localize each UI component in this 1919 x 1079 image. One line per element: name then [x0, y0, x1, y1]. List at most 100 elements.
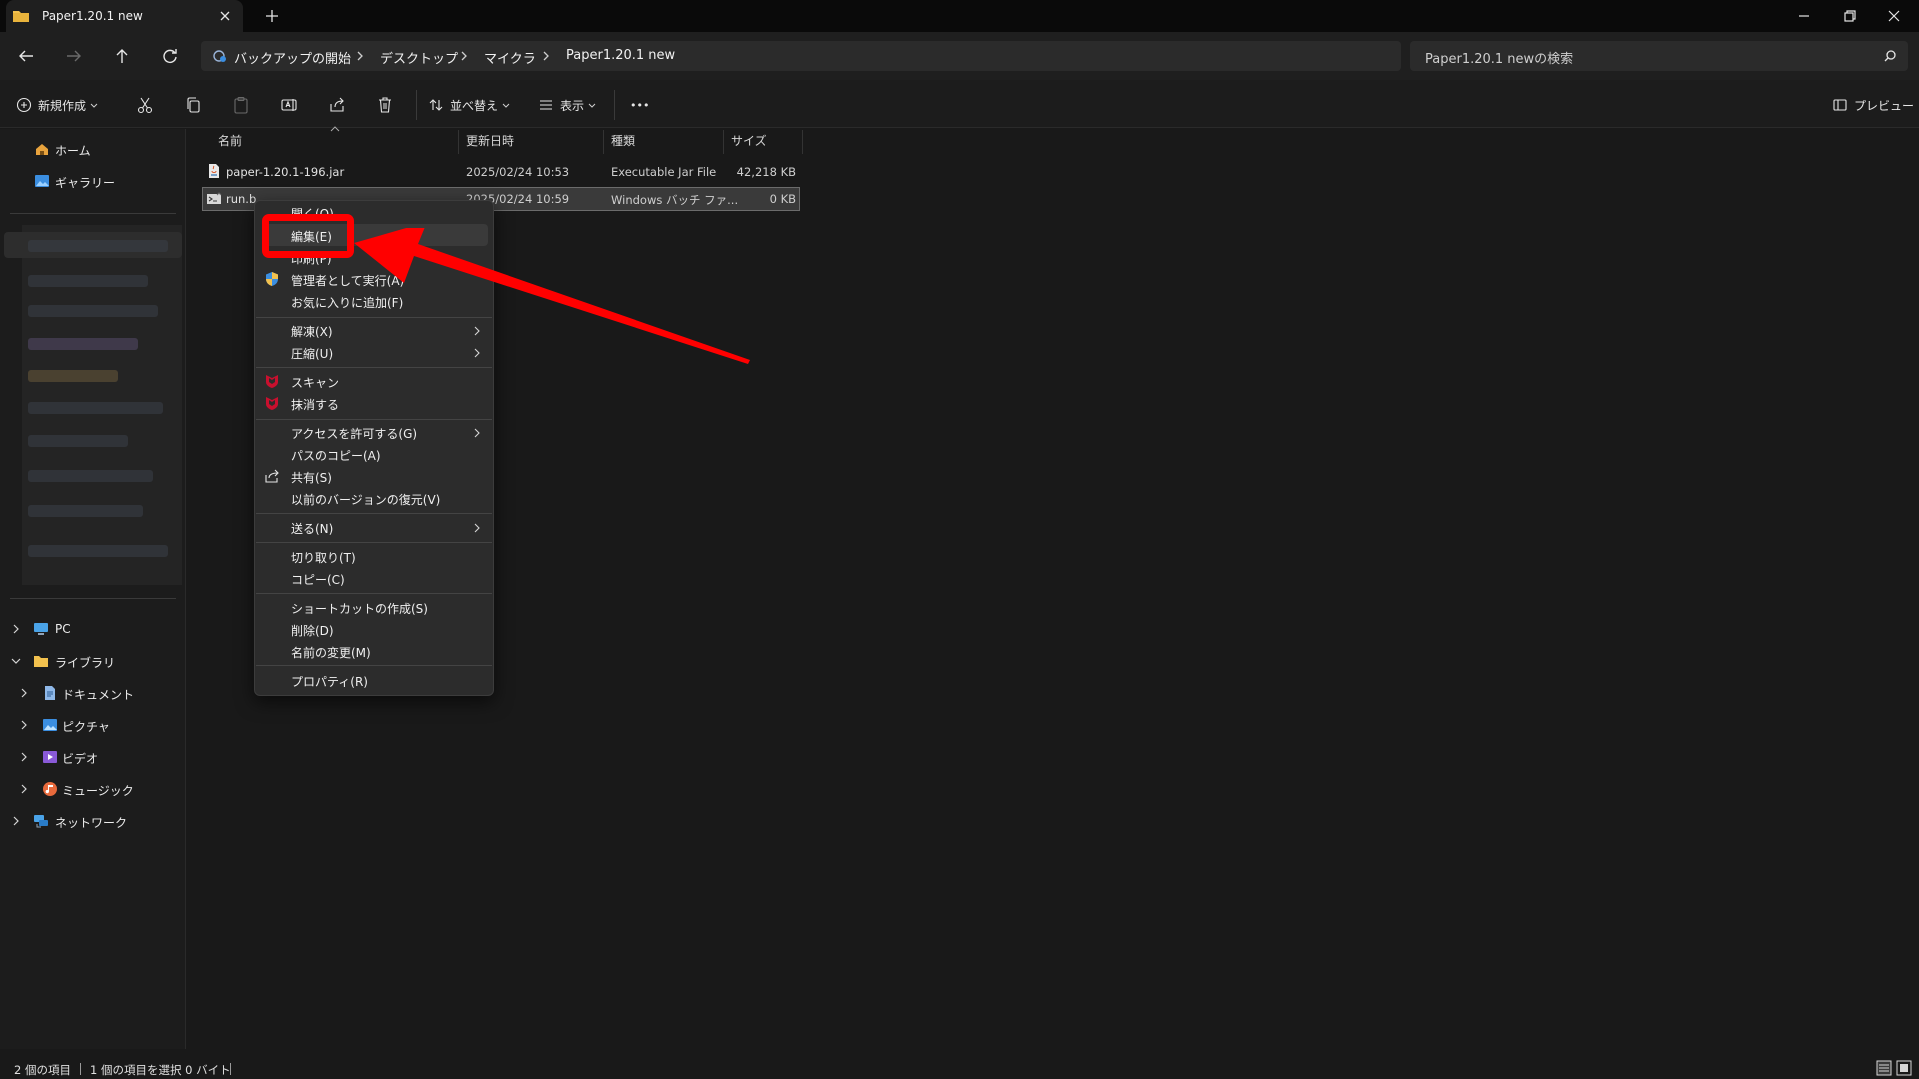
- file-name[interactable]: paper-1.20.1-196.jar: [226, 165, 344, 179]
- breadcrumb-item[interactable]: Paper1.20.1 new: [566, 48, 675, 63]
- sort-button-label: 並べ替え: [450, 98, 499, 113]
- mcafee-shield-icon: [264, 395, 280, 411]
- close-tab-icon[interactable]: [216, 7, 234, 25]
- menu-item-shred[interactable]: 抹消する: [291, 396, 339, 413]
- cut-icon[interactable]: [135, 95, 155, 115]
- column-divider[interactable]: [603, 130, 604, 154]
- home-icon[interactable]: [34, 141, 50, 157]
- search-icon[interactable]: [1882, 48, 1898, 64]
- status-item-count: 2 個の項目: [14, 1063, 71, 1077]
- sidebar-divider: [10, 598, 176, 599]
- blurred-item: [28, 240, 168, 252]
- column-divider[interactable]: [723, 130, 724, 154]
- refresh-icon[interactable]: [158, 44, 182, 68]
- new-tab-button[interactable]: [262, 6, 282, 26]
- column-divider[interactable]: [802, 130, 803, 154]
- copy-icon[interactable]: [183, 95, 203, 115]
- view-button[interactable]: 表示: [538, 94, 596, 116]
- more-options-button[interactable]: •••: [630, 94, 649, 116]
- preview-button[interactable]: プレビュー: [1832, 94, 1914, 116]
- chevron-down-icon[interactable]: [11, 656, 21, 666]
- preview-pane-icon: [1832, 97, 1848, 113]
- sort-button[interactable]: 並べ替え: [428, 94, 510, 116]
- chevron-right-icon[interactable]: [19, 784, 29, 794]
- sidebar-item-home[interactable]: ホーム: [55, 142, 91, 159]
- blurred-item: [28, 545, 168, 557]
- search-placeholder[interactable]: Paper1.20.1 newの検索: [1425, 48, 1573, 67]
- share-icon: [264, 468, 280, 484]
- column-header-name[interactable]: 名前: [218, 132, 242, 149]
- sidebar-item-videos[interactable]: ビデオ: [62, 750, 98, 767]
- music-icon: [42, 781, 58, 797]
- blurred-item: [28, 370, 118, 382]
- menu-item-scan[interactable]: スキャン: [291, 374, 339, 391]
- breadcrumb-item[interactable]: バックアップの開始: [234, 48, 351, 67]
- menu-item-create-shortcut[interactable]: ショートカットの作成(S): [291, 600, 428, 617]
- column-header-type[interactable]: 種類: [611, 132, 635, 149]
- sidebar-item-music[interactable]: ミュージック: [62, 782, 134, 799]
- breadcrumb-item[interactable]: デスクトップ: [380, 48, 458, 67]
- paste-icon[interactable]: [231, 95, 251, 115]
- menu-item-copy[interactable]: コピー(C): [291, 571, 345, 588]
- sidebar-item-documents[interactable]: ドキュメント: [62, 686, 134, 703]
- blurred-item: [28, 305, 158, 317]
- chevron-right-icon[interactable]: [19, 752, 29, 762]
- restore-icon[interactable]: [1837, 4, 1861, 28]
- chevron-right-icon[interactable]: [11, 624, 21, 634]
- menu-item-restore-versions[interactable]: 以前のバージョンの復元(V): [291, 491, 440, 508]
- menu-item-cut[interactable]: 切り取り(T): [291, 549, 356, 566]
- column-header-modified[interactable]: 更新日時: [466, 132, 514, 149]
- library-folder-icon: [33, 653, 49, 669]
- chevron-right-icon[interactable]: [11, 816, 21, 826]
- breadcrumb-item[interactable]: マイクラ: [484, 48, 536, 67]
- gallery-icon[interactable]: [34, 173, 50, 189]
- tiles-view-icon[interactable]: [1896, 1060, 1912, 1076]
- menu-item-properties[interactable]: プロパティ(R): [291, 673, 368, 690]
- chevron-right-icon: [354, 50, 366, 62]
- sidebar-item-library[interactable]: ライブラリ: [55, 654, 115, 671]
- toolbar-divider: [614, 90, 615, 120]
- new-button[interactable]: 新規作成: [16, 94, 98, 116]
- rename-icon[interactable]: [279, 95, 299, 115]
- menu-item-delete[interactable]: 削除(D): [291, 622, 334, 639]
- chevron-right-icon[interactable]: [19, 720, 29, 730]
- chevron-down-icon: [588, 101, 596, 109]
- new-button-label: 新規作成: [38, 98, 87, 113]
- sidebar-item-pictures[interactable]: ピクチャ: [62, 718, 110, 735]
- sidebar-item-gallery[interactable]: ギャラリー: [55, 174, 115, 191]
- share-icon[interactable]: [327, 95, 347, 115]
- sidebar-item-pc[interactable]: PC: [55, 622, 71, 636]
- mcafee-shield-icon: [264, 373, 280, 389]
- column-header-size[interactable]: サイズ: [731, 132, 767, 149]
- details-view-icon[interactable]: [1876, 1060, 1892, 1076]
- status-divider: [230, 1063, 231, 1075]
- menu-divider: [256, 419, 492, 420]
- menu-item-extract[interactable]: 解凍(X): [291, 323, 333, 340]
- file-name[interactable]: run.b: [226, 192, 256, 206]
- sidebar-item-network[interactable]: ネットワーク: [55, 814, 127, 831]
- column-divider[interactable]: [458, 130, 459, 154]
- menu-item-send-to[interactable]: 送る(N): [291, 520, 333, 537]
- title-bar: [0, 0, 1919, 32]
- file-type: Windows バッチ ファ...: [611, 193, 739, 207]
- menu-item-compress[interactable]: 圧縮(U): [291, 345, 333, 362]
- folder-icon: [12, 8, 30, 24]
- menu-item-copy-path[interactable]: パスのコピー(A): [291, 447, 381, 464]
- forward-arrow-icon[interactable]: [62, 44, 86, 68]
- menu-divider: [256, 513, 492, 514]
- pictures-icon: [42, 717, 58, 733]
- chevron-right-icon[interactable]: [19, 688, 29, 698]
- file-type: Executable Jar File: [611, 165, 717, 179]
- back-arrow-icon[interactable]: [14, 44, 38, 68]
- jar-file-icon: [206, 163, 222, 179]
- preview-button-label: プレビュー: [1854, 98, 1915, 113]
- blurred-item: [28, 505, 143, 517]
- delete-icon[interactable]: [375, 95, 395, 115]
- menu-item-rename[interactable]: 名前の変更(M): [291, 644, 371, 661]
- up-arrow-icon[interactable]: [110, 44, 134, 68]
- menu-item-share[interactable]: 共有(S): [291, 469, 332, 486]
- menu-item-give-access[interactable]: アクセスを許可する(G): [291, 425, 417, 442]
- close-window-icon[interactable]: [1882, 4, 1906, 28]
- menu-divider: [256, 542, 492, 543]
- minimize-icon[interactable]: [1792, 4, 1816, 28]
